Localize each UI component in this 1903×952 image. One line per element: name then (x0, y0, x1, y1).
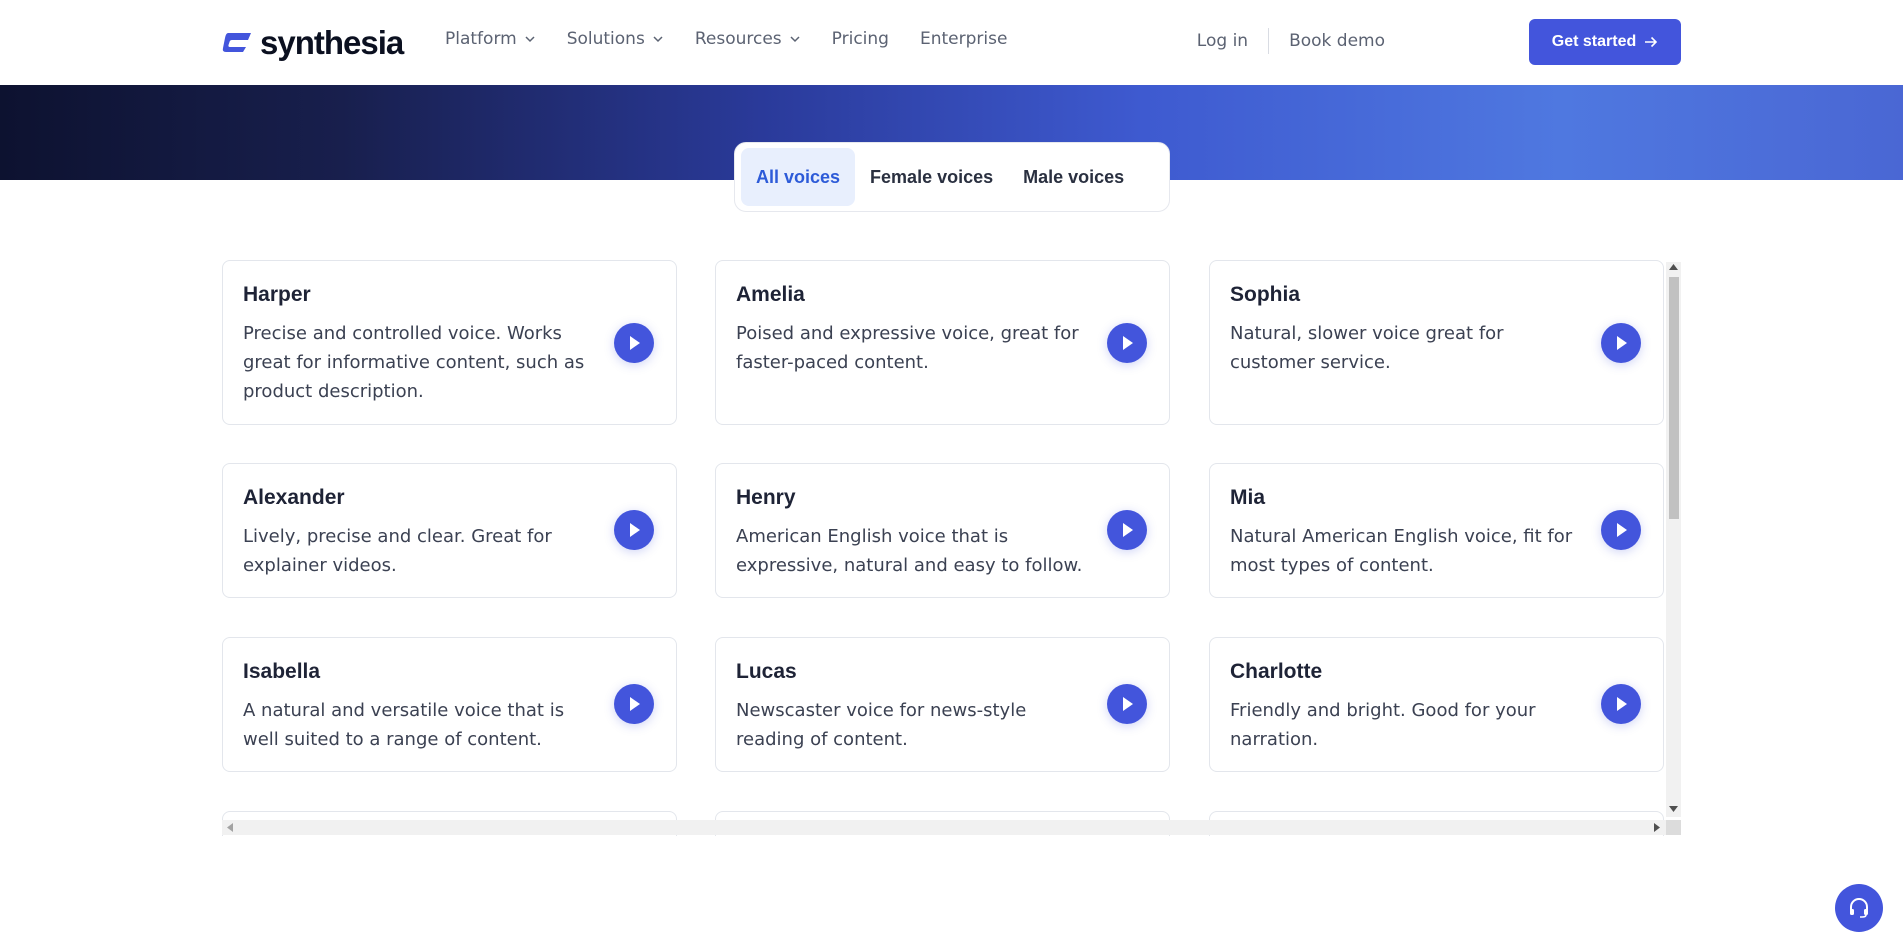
play-icon (625, 521, 643, 539)
nav-pricing-label: Pricing (832, 29, 889, 49)
voice-card-charlotte: Charlotte Friendly and bright. Good for … (1209, 637, 1664, 772)
voice-description: Lively, precise and clear. Great for exp… (243, 522, 598, 580)
chevron-down-icon (524, 33, 536, 45)
voice-name: Alexander (243, 486, 345, 510)
voice-description: American English voice that is expressiv… (736, 522, 1091, 580)
site-header: synthesia Platform Solutions Resources P… (0, 0, 1903, 85)
play-button[interactable] (614, 684, 654, 724)
support-chat-button[interactable] (1835, 884, 1883, 932)
play-button[interactable] (1107, 323, 1147, 363)
voice-card-lucas: Lucas Newscaster voice for news-style re… (715, 637, 1170, 772)
nav-solutions[interactable]: Solutions (567, 29, 664, 49)
play-icon (1118, 521, 1136, 539)
synthesia-logo[interactable]: synthesia (222, 24, 403, 60)
voice-card-mia: Mia Natural American English voice, fit … (1209, 463, 1664, 598)
voice-name: Henry (736, 486, 796, 510)
chevron-down-icon (652, 33, 664, 45)
voice-list[interactable]: Harper Precise and controlled voice. Wor… (222, 260, 1681, 836)
nav-platform-label: Platform (445, 29, 517, 49)
scroll-down-arrow-icon[interactable] (1669, 806, 1678, 812)
voice-card-isabella: Isabella A natural and versatile voice t… (222, 637, 677, 772)
nav-enterprise-label: Enterprise (920, 29, 1007, 49)
voice-description: Natural, slower voice great for customer… (1230, 319, 1585, 377)
headset-icon (1847, 896, 1871, 920)
voice-name: Isabella (243, 660, 320, 684)
play-icon (1612, 695, 1630, 713)
play-button[interactable] (614, 510, 654, 550)
play-button[interactable] (1107, 510, 1147, 550)
nav-enterprise[interactable]: Enterprise (920, 29, 1007, 49)
nav-platform[interactable]: Platform (445, 29, 536, 49)
voice-description: Newscaster voice for news-style reading … (736, 696, 1091, 754)
play-icon (625, 334, 643, 352)
logo-mark-icon (222, 30, 254, 54)
voice-name: Sophia (1230, 283, 1300, 307)
play-button[interactable] (1601, 323, 1641, 363)
voice-description: Friendly and bright. Good for your narra… (1230, 696, 1585, 754)
scroll-right-arrow-icon[interactable] (1654, 823, 1660, 832)
play-button[interactable] (1601, 684, 1641, 724)
tab-male-voices[interactable]: Male voices (1008, 148, 1139, 206)
voice-name: Harper (243, 283, 311, 307)
account-nav: Log in Book demo (1197, 18, 1385, 64)
login-link[interactable]: Log in (1197, 28, 1269, 54)
voice-card-amelia: Amelia Poised and expressive voice, grea… (715, 260, 1170, 425)
voice-name: Mia (1230, 486, 1265, 510)
play-icon (1118, 695, 1136, 713)
main-nav: Platform Solutions Resources Pricing Ent… (445, 29, 1038, 49)
tab-all-voices[interactable]: All voices (741, 148, 855, 206)
voice-name: Charlotte (1230, 660, 1322, 684)
scroll-left-arrow-icon[interactable] (227, 823, 233, 832)
voice-description: Precise and controlled voice. Works grea… (243, 319, 598, 406)
nav-resources-label: Resources (695, 29, 782, 49)
play-icon (625, 695, 643, 713)
voice-name: Amelia (736, 283, 805, 307)
play-button[interactable] (614, 323, 654, 363)
book-demo-link[interactable]: Book demo (1289, 31, 1385, 51)
scroll-up-arrow-icon[interactable] (1669, 264, 1678, 270)
nav-pricing[interactable]: Pricing (832, 29, 889, 49)
chevron-down-icon (789, 33, 801, 45)
voice-card-sophia: Sophia Natural, slower voice great for c… (1209, 260, 1664, 425)
voice-description: Poised and expressive voice, great for f… (736, 319, 1091, 377)
play-icon (1612, 334, 1630, 352)
voice-description: Natural American English voice, fit for … (1230, 522, 1585, 580)
tab-female-voices[interactable]: Female voices (855, 148, 1008, 206)
play-icon (1612, 521, 1630, 539)
voice-filter-tabs: All voices Female voices Male voices (734, 142, 1170, 212)
voice-name: Lucas (736, 660, 797, 684)
nav-resources[interactable]: Resources (695, 29, 801, 49)
get-started-button[interactable]: Get started (1529, 19, 1681, 65)
scrollbar-corner (1666, 820, 1681, 835)
play-button[interactable] (1107, 684, 1147, 724)
get-started-label: Get started (1552, 33, 1636, 51)
horizontal-scrollbar[interactable] (222, 820, 1666, 835)
vertical-scrollbar-thumb[interactable] (1669, 277, 1679, 519)
voice-card-henry: Henry American English voice that is exp… (715, 463, 1170, 598)
play-icon (1118, 334, 1136, 352)
arrow-right-icon (1644, 36, 1658, 48)
nav-solutions-label: Solutions (567, 29, 645, 49)
voice-description: A natural and versatile voice that is we… (243, 696, 598, 754)
voice-card-alexander: Alexander Lively, precise and clear. Gre… (222, 463, 677, 598)
logo-wordmark: synthesia (260, 26, 403, 59)
voice-card-harper: Harper Precise and controlled voice. Wor… (222, 260, 677, 425)
play-button[interactable] (1601, 510, 1641, 550)
